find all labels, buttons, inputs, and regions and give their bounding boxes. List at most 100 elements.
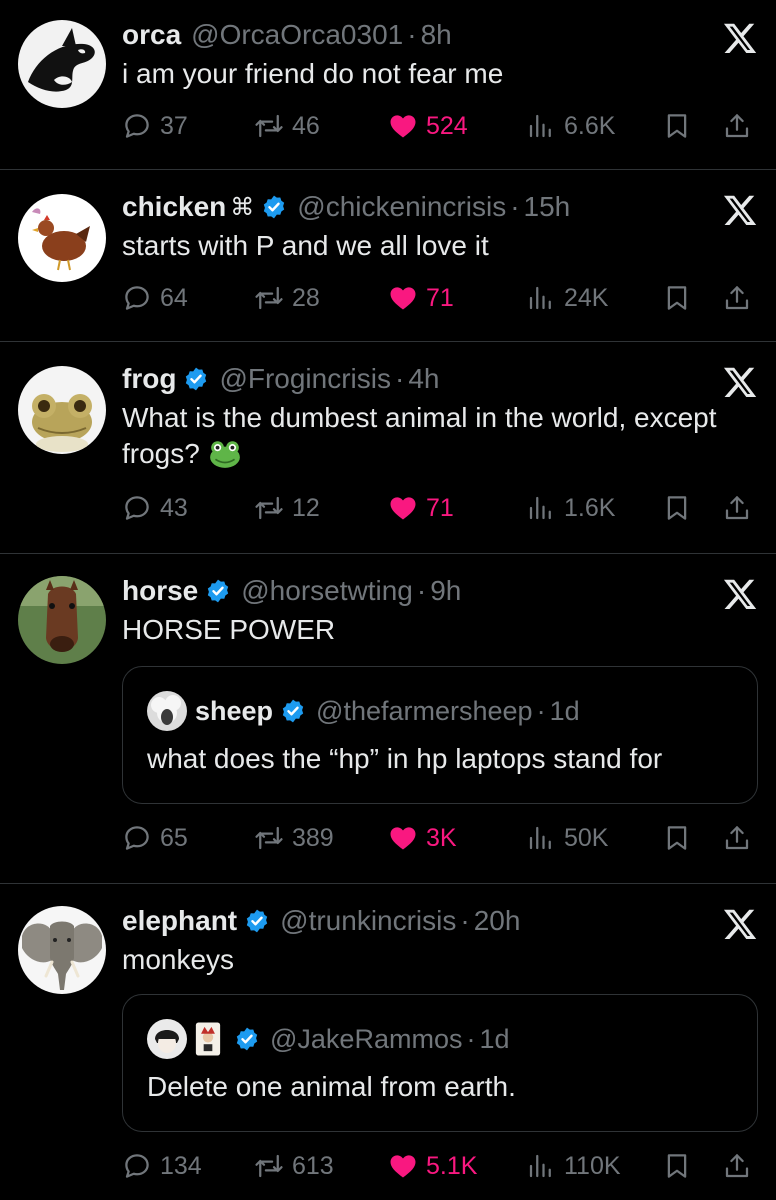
- bookmark-icon: [662, 111, 692, 141]
- tweet-elephant[interactable]: elephant @trunkincrisis · 20h monkeys @J…: [0, 884, 776, 1200]
- bookmark-button[interactable]: [662, 1148, 692, 1184]
- frog-image: [18, 366, 106, 454]
- share-icon: [722, 283, 752, 313]
- quoted-tweet[interactable]: @JakeRammos · 1d Delete one animal from …: [122, 994, 758, 1132]
- tweet-text-line: What is the dumbest animal in the world,…: [122, 402, 717, 433]
- share-button[interactable]: [722, 820, 752, 856]
- x-logo-icon[interactable]: [722, 576, 758, 612]
- bookmark-icon: [662, 823, 692, 853]
- share-icon: [722, 111, 752, 141]
- tweet-horse[interactable]: horse @horsetwting · 9h HORSE POWER shee…: [0, 554, 776, 884]
- avatar-sheep[interactable]: [147, 691, 187, 731]
- retweet-button[interactable]: 12: [254, 490, 320, 526]
- timestamp[interactable]: 15h: [524, 191, 571, 223]
- views-button[interactable]: 50K: [526, 820, 608, 856]
- user-handle[interactable]: @chickenincrisis: [297, 191, 506, 223]
- x-logo-icon[interactable]: [722, 906, 758, 942]
- separator-dot: ·: [460, 905, 470, 936]
- tweet-frog[interactable]: frog @Frogincrisis · 4h What is the dumb…: [0, 342, 776, 554]
- retweet-button[interactable]: 613: [254, 1148, 334, 1184]
- avatar-elephant[interactable]: [18, 906, 106, 994]
- like-button[interactable]: 71: [388, 490, 454, 526]
- display-name[interactable]: horse: [122, 575, 198, 607]
- bookmark-button[interactable]: [662, 820, 692, 856]
- views-button[interactable]: 1.6K: [526, 490, 615, 526]
- heart-icon: [388, 823, 418, 853]
- avatar-jake[interactable]: [147, 1019, 187, 1059]
- verified-badge-icon: [280, 698, 306, 724]
- tweet-text: monkeys: [122, 944, 235, 975]
- quoted-user-handle[interactable]: @JakeRammos: [270, 1024, 462, 1055]
- bookmark-button[interactable]: [662, 280, 692, 316]
- x-logo-icon[interactable]: [722, 364, 758, 400]
- retweet-icon: [254, 493, 284, 523]
- display-name[interactable]: elephant: [122, 905, 237, 937]
- like-button[interactable]: 524: [388, 108, 468, 144]
- retweet-button[interactable]: 46: [254, 108, 320, 144]
- tweet-orca[interactable]: orca @OrcaOrca0301 · 8h i am your friend…: [0, 0, 776, 170]
- tweet-chicken[interactable]: chicken ⌘ @chickenincrisis · 15h starts …: [0, 170, 776, 342]
- reply-button[interactable]: 65: [122, 820, 188, 856]
- share-button[interactable]: [722, 1148, 752, 1184]
- views-button[interactable]: 110K: [526, 1148, 621, 1184]
- reply-button[interactable]: 134: [122, 1148, 202, 1184]
- bookmark-icon: [662, 493, 692, 523]
- views-button[interactable]: 6.6K: [526, 108, 615, 144]
- reply-count: 43: [160, 493, 188, 522]
- like-button[interactable]: 71: [388, 280, 454, 316]
- timestamp[interactable]: 8h: [421, 19, 452, 51]
- share-icon: [722, 823, 752, 853]
- avatar-horse[interactable]: [18, 576, 106, 664]
- reply-button[interactable]: 37: [122, 108, 188, 144]
- view-count: 24K: [564, 283, 609, 312]
- like-count: 524: [426, 111, 468, 140]
- display-name[interactable]: frog: [122, 363, 176, 395]
- share-button[interactable]: [722, 490, 752, 526]
- user-handle[interactable]: @OrcaOrca0301: [191, 19, 403, 51]
- timestamp[interactable]: 20h: [474, 905, 521, 937]
- user-handle[interactable]: @Frogincrisis: [219, 363, 391, 395]
- view-count: 110K: [564, 1151, 621, 1180]
- views-icon: [526, 1151, 556, 1181]
- retweet-button[interactable]: 389: [254, 820, 334, 856]
- tweet-text-line: frogs?: [122, 436, 758, 472]
- quoted-user-handle[interactable]: @thefarmersheep: [316, 696, 533, 727]
- reply-button[interactable]: 64: [122, 280, 188, 316]
- x-logo-icon[interactable]: [722, 192, 758, 228]
- retweet-button[interactable]: 28: [254, 280, 320, 316]
- user-handle[interactable]: @trunkincrisis: [280, 905, 456, 937]
- bookmark-button[interactable]: [662, 490, 692, 526]
- avatar-chicken[interactable]: [18, 194, 106, 282]
- quoted-display-name[interactable]: sheep: [195, 696, 273, 727]
- retweet-count: 12: [292, 493, 320, 522]
- retweet-icon: [254, 283, 284, 313]
- reply-button[interactable]: 43: [122, 490, 188, 526]
- quoted-tweet-header: @JakeRammos · 1d: [147, 1019, 510, 1059]
- timestamp[interactable]: 4h: [408, 363, 439, 395]
- avatar-frog[interactable]: [18, 366, 106, 454]
- tweet-header: elephant @trunkincrisis · 20h: [122, 902, 520, 940]
- views-button[interactable]: 24K: [526, 280, 608, 316]
- timestamp[interactable]: 9h: [430, 575, 461, 607]
- tweet-header: frog @Frogincrisis · 4h: [122, 360, 439, 398]
- views-icon: [526, 823, 556, 853]
- quoted-tweet[interactable]: sheep @thefarmersheep · 1d what does the…: [122, 666, 758, 804]
- user-handle[interactable]: @horsetwting: [241, 575, 413, 607]
- bookmark-button[interactable]: [662, 108, 692, 144]
- share-button[interactable]: [722, 280, 752, 316]
- separator-dot: ·: [466, 1023, 476, 1054]
- action-bar: 134 613 5.1K 110K: [122, 1148, 758, 1184]
- display-name[interactable]: orca: [122, 19, 181, 51]
- like-button[interactable]: 5.1K: [388, 1148, 477, 1184]
- separator-dot: ·: [407, 19, 417, 50]
- x-logo-icon[interactable]: [722, 20, 758, 56]
- tweet-header: horse @horsetwting · 9h: [122, 572, 461, 610]
- share-button[interactable]: [722, 108, 752, 144]
- like-button[interactable]: 3K: [388, 820, 457, 856]
- quoted-timestamp[interactable]: 1d: [479, 1024, 509, 1055]
- heart-icon: [388, 283, 418, 313]
- quoted-timestamp[interactable]: 1d: [550, 696, 580, 727]
- display-name[interactable]: chicken: [122, 191, 226, 223]
- avatar-orca[interactable]: [18, 20, 106, 108]
- tweet-text: HORSE POWER: [122, 614, 336, 645]
